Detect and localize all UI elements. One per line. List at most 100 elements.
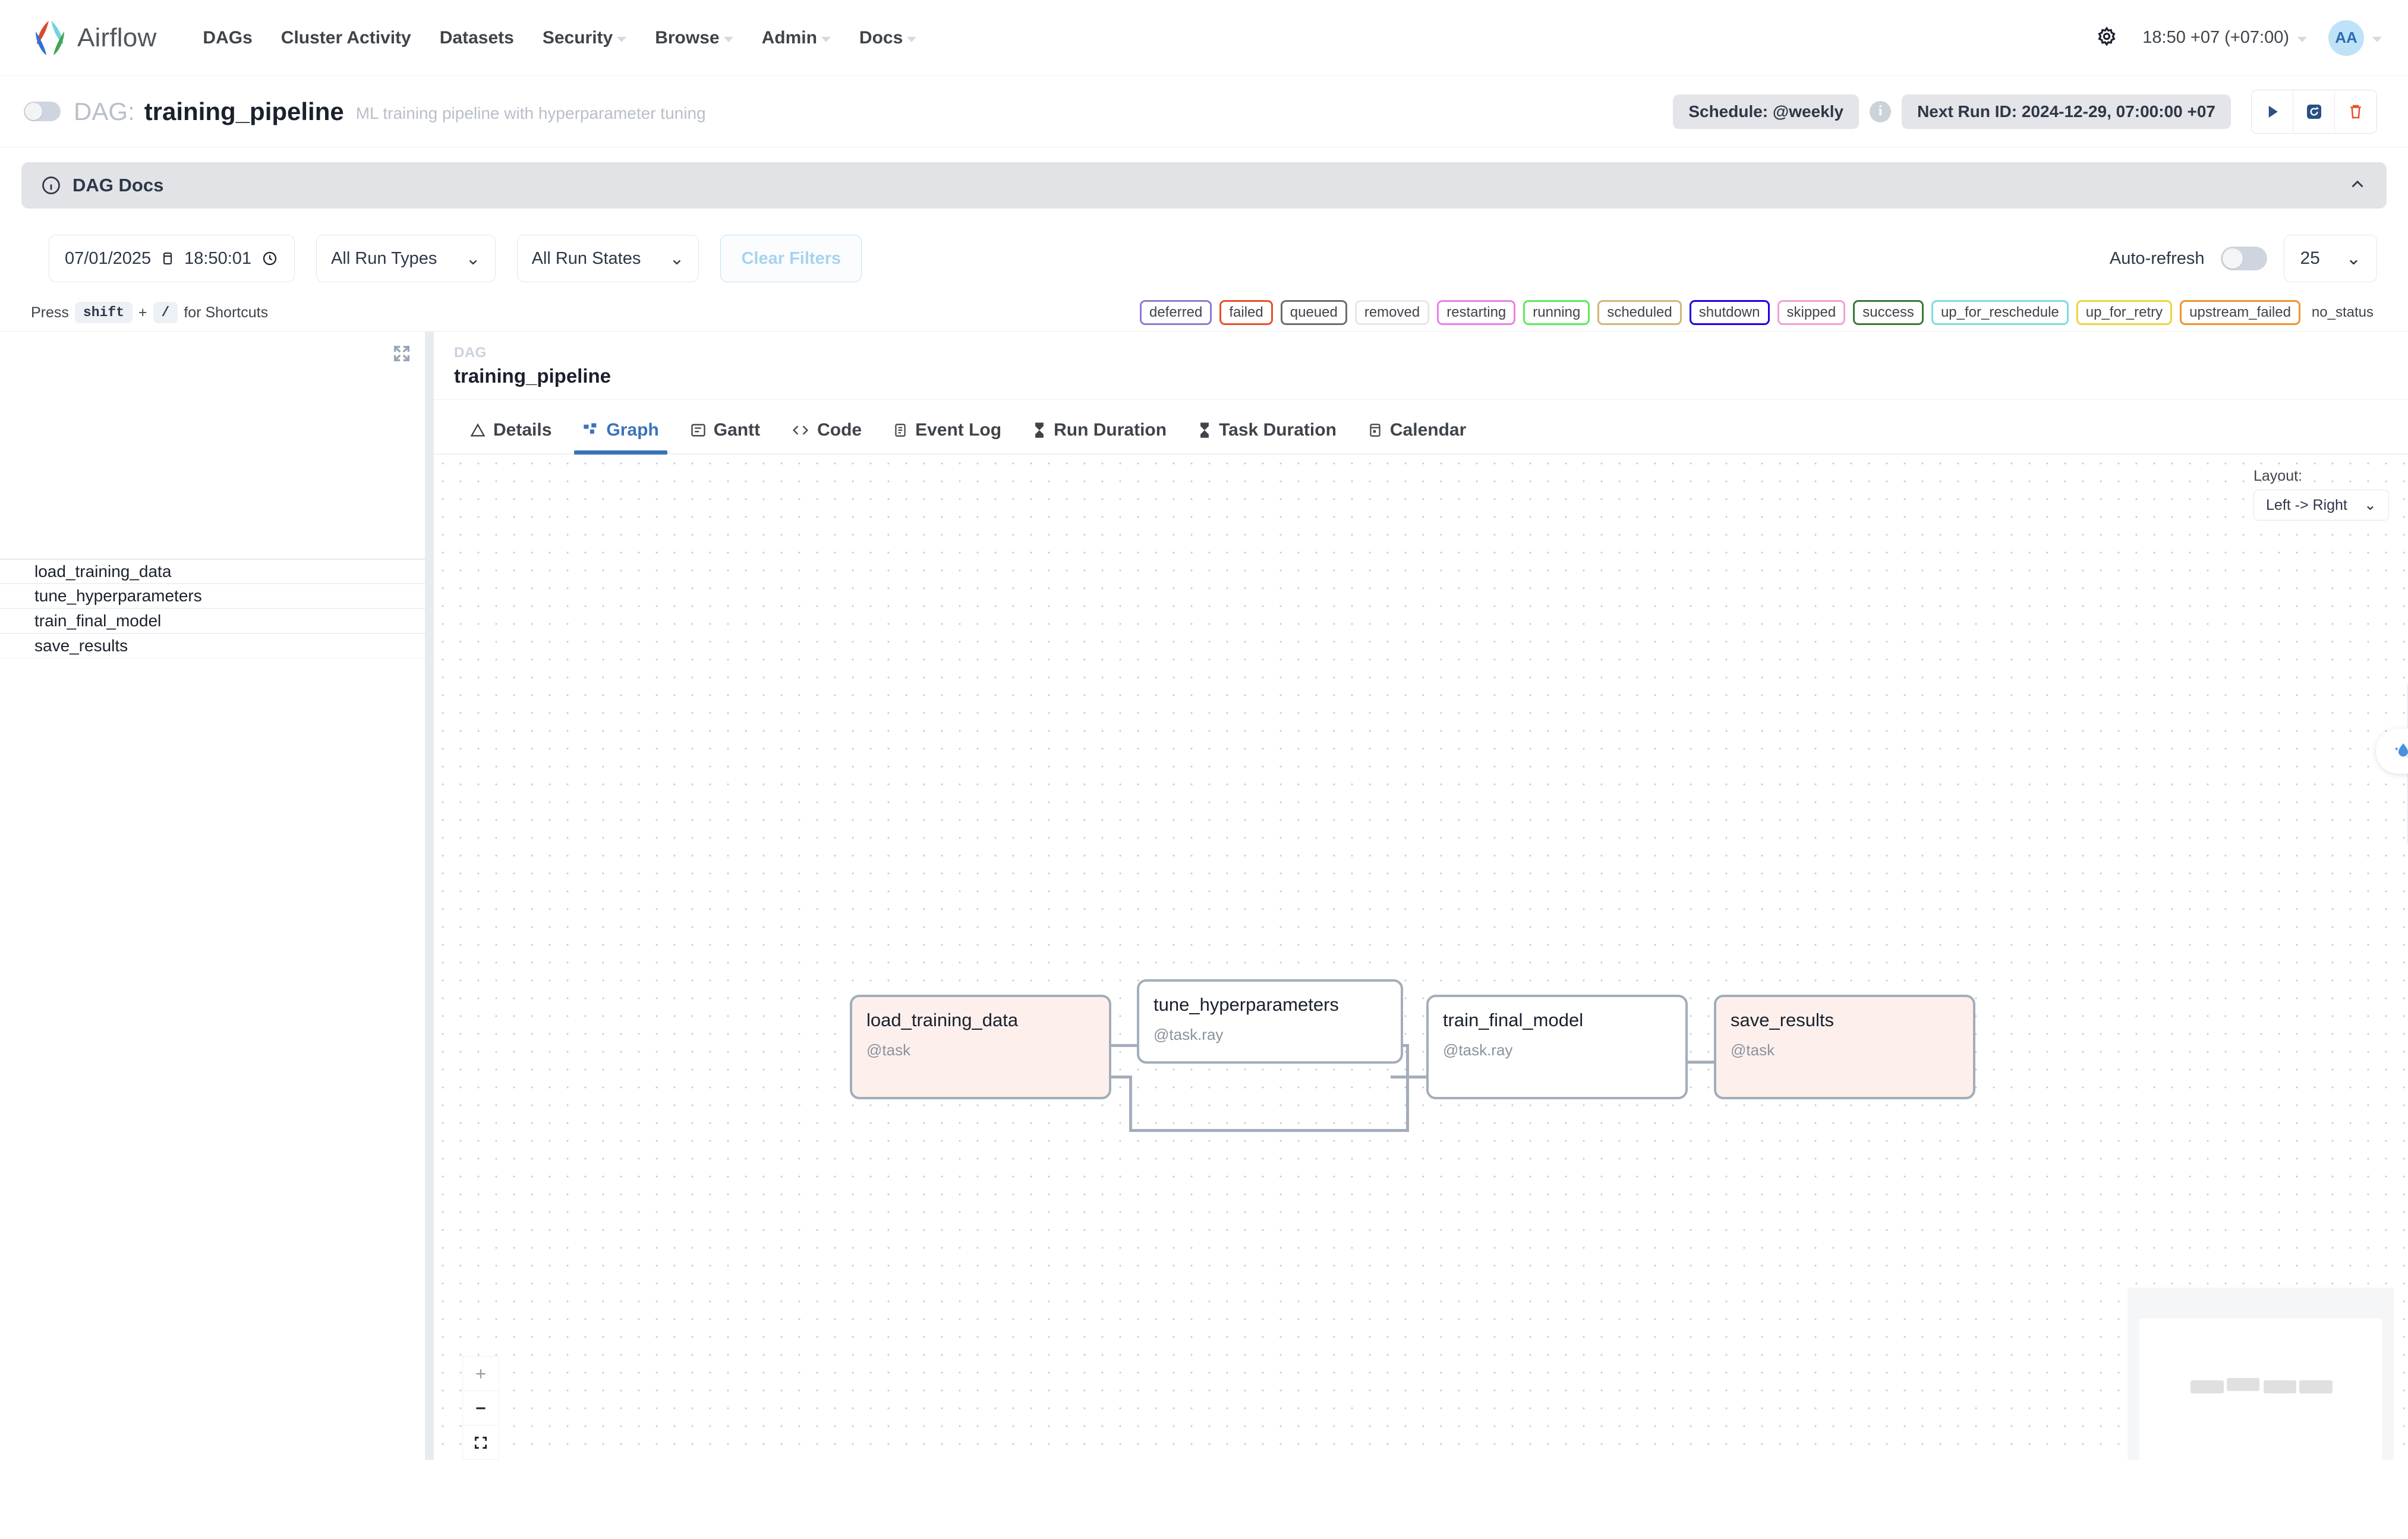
minimap[interactable]: [2128, 1288, 2394, 1460]
tab-task-duration[interactable]: Task Duration: [1182, 420, 1352, 453]
brand-logo-link[interactable]: Airflow: [31, 18, 156, 58]
graph-node-title: tune_hyperparameters: [1153, 994, 1339, 1015]
layout-select[interactable]: Left -> Right ⌄: [2253, 490, 2389, 521]
nav-label: Docs: [859, 27, 903, 48]
tab-run-duration[interactable]: Run Duration: [1017, 420, 1182, 453]
graph-node[interactable]: save_results @task: [1714, 995, 1975, 1099]
status-badge[interactable]: no_status: [2308, 302, 2377, 323]
trigger-play-icon[interactable]: [2252, 90, 2293, 133]
chevron-down-icon: [617, 36, 627, 42]
nav-link-cluster-activity[interactable]: Cluster Activity: [267, 22, 426, 54]
schedule-chip[interactable]: Schedule: @weekly: [1673, 94, 1859, 129]
list-item[interactable]: load_training_data: [0, 559, 425, 584]
status-badge[interactable]: removed: [1354, 300, 1430, 325]
status-badge[interactable]: failed: [1219, 300, 1273, 325]
zoom-in-plus-icon[interactable]: [463, 1357, 499, 1391]
tab-label: Gantt: [713, 420, 761, 440]
status-badge[interactable]: up_for_reschedule: [1931, 300, 2069, 325]
nav-links: DAGs Cluster Activity Datasets Security …: [188, 22, 931, 54]
chevron-down-icon: [723, 36, 733, 42]
clear-filters-button[interactable]: Clear Filters: [720, 235, 862, 282]
status-badge[interactable]: skipped: [1777, 300, 1846, 325]
minimap-node: [2190, 1380, 2224, 1393]
edge-load-to-tune: [1110, 1044, 1140, 1047]
breadcrumb-kicker: DAG: [454, 345, 487, 361]
refresh-clear-icon[interactable]: [2293, 90, 2335, 133]
shortcut-key-shift: shift: [74, 302, 133, 323]
status-badge[interactable]: queued: [1280, 300, 1347, 325]
tab-event-log[interactable]: Event Log: [877, 420, 1017, 453]
graph-node[interactable]: train_final_model @task.ray: [1426, 995, 1688, 1099]
tab-gantt[interactable]: Gantt: [675, 420, 776, 453]
run-state-select[interactable]: All Run States ⌄: [516, 235, 699, 282]
task-name-list: load_training_data tune_hyperparameters tr…: [0, 559, 425, 658]
timezone-selector[interactable]: 18:50 +07 (+07:00): [2142, 28, 2307, 48]
page-size-select[interactable]: 25 ⌄: [2284, 235, 2377, 282]
layout-label: Layout:: [2253, 468, 2303, 484]
minimap-node: [2227, 1378, 2259, 1391]
clock-icon[interactable]: [261, 250, 279, 267]
detail-tabs: Details Graph Gantt Code Event Log Run D…: [434, 400, 2408, 455]
list-item[interactable]: save_results: [0, 633, 425, 658]
calendar-icon[interactable]: [160, 250, 175, 267]
nav-link-security[interactable]: Security: [528, 22, 641, 54]
status-badge[interactable]: scheduled: [1597, 300, 1682, 325]
shortcut-plus: +: [138, 304, 147, 321]
auto-refresh-toggle[interactable]: [2221, 247, 2268, 270]
nav-link-admin[interactable]: Admin: [748, 22, 845, 54]
tab-details[interactable]: Details: [454, 420, 567, 453]
delete-trash-icon[interactable]: [2335, 90, 2377, 133]
chevron-down-icon: [821, 36, 831, 42]
status-badge[interactable]: success: [1853, 300, 1924, 325]
status-badge[interactable]: shutdown: [1689, 300, 1770, 325]
info-circle-icon: [42, 176, 60, 194]
dag-header: DAG: training_pipeline ML training pipel…: [0, 76, 2408, 147]
tab-calendar[interactable]: Calendar: [1352, 420, 1482, 453]
status-badge[interactable]: restarting: [1437, 300, 1516, 325]
run-datetime-filter[interactable]: 07/01/2025 18:50:01: [49, 235, 295, 282]
tab-graph[interactable]: Graph: [567, 420, 674, 455]
breadcrumb-name: training_pipeline: [454, 365, 612, 387]
graph-node-operator: @task: [1731, 1041, 1775, 1059]
layout-control: Layout: Left -> Right ⌄: [2253, 468, 2389, 521]
nav-link-dags[interactable]: DAGs: [188, 22, 266, 54]
status-legend: deferred failed queued removed restarting run…: [1139, 300, 2377, 325]
top-navigation-bar: Airflow DAGs Cluster Activity Datasets S…: [0, 0, 2408, 76]
nav-link-datasets[interactable]: Datasets: [426, 22, 528, 54]
tab-code[interactable]: Code: [776, 420, 877, 453]
dag-graph-canvas[interactable]: Layout: Left -> Right ⌄ load_training_da…: [434, 455, 2408, 1460]
page-size-value: 25: [2300, 248, 2320, 268]
status-badge[interactable]: up_for_retry: [2076, 300, 2173, 325]
graph-node-operator: @task.ray: [1153, 1026, 1224, 1044]
tab-label: Graph: [606, 420, 659, 440]
next-run-chip[interactable]: Next Run ID: 2024-12-29, 07:00:00 +07: [1902, 94, 2231, 129]
dag-docs-accordion[interactable]: DAG Docs: [21, 162, 2387, 209]
grid-left-panel: load_training_data tune_hyperparameters tr…: [0, 332, 426, 1460]
fit-view-icon[interactable]: [463, 1426, 499, 1460]
nav-link-docs[interactable]: Docs: [845, 22, 931, 54]
panel-resize-handle[interactable]: [426, 332, 434, 1460]
edge-load-to-train-v: [1129, 1076, 1132, 1132]
nav-link-browse[interactable]: Browse: [641, 22, 747, 54]
list-item[interactable]: tune_hyperparameters: [0, 584, 425, 608]
nav-label: Admin: [761, 27, 817, 48]
dag-pause-toggle[interactable]: [24, 102, 61, 121]
graph-node[interactable]: load_training_data @task: [850, 995, 1111, 1099]
info-icon[interactable]: i: [1870, 100, 1892, 122]
list-item[interactable]: train_final_model: [0, 608, 425, 633]
chevron-up-icon[interactable]: [2347, 174, 2368, 197]
edge-load-to-train-h2: [1129, 1129, 1408, 1132]
graph-node[interactable]: tune_hyperparameters @task.ray: [1137, 979, 1403, 1064]
status-badge[interactable]: upstream_failed: [2180, 300, 2300, 325]
edge-train-to-save: [1685, 1061, 1716, 1064]
content-split: load_training_data tune_hyperparameters tr…: [0, 331, 2408, 1460]
status-badge[interactable]: running: [1523, 300, 1590, 325]
run-type-select[interactable]: All Run Types ⌄: [316, 235, 496, 282]
dag-detail-panel: DAG training_pipeline Details Graph Gant…: [434, 332, 2408, 1460]
zoom-out-minus-icon[interactable]: [463, 1391, 499, 1426]
collapse-arrows-icon[interactable]: [392, 343, 412, 367]
gear-icon[interactable]: [2092, 24, 2121, 52]
user-menu[interactable]: AA: [2328, 20, 2382, 56]
status-badge[interactable]: deferred: [1139, 300, 1212, 325]
shortcut-hint: Press shift + / for Shortcuts: [31, 302, 268, 323]
